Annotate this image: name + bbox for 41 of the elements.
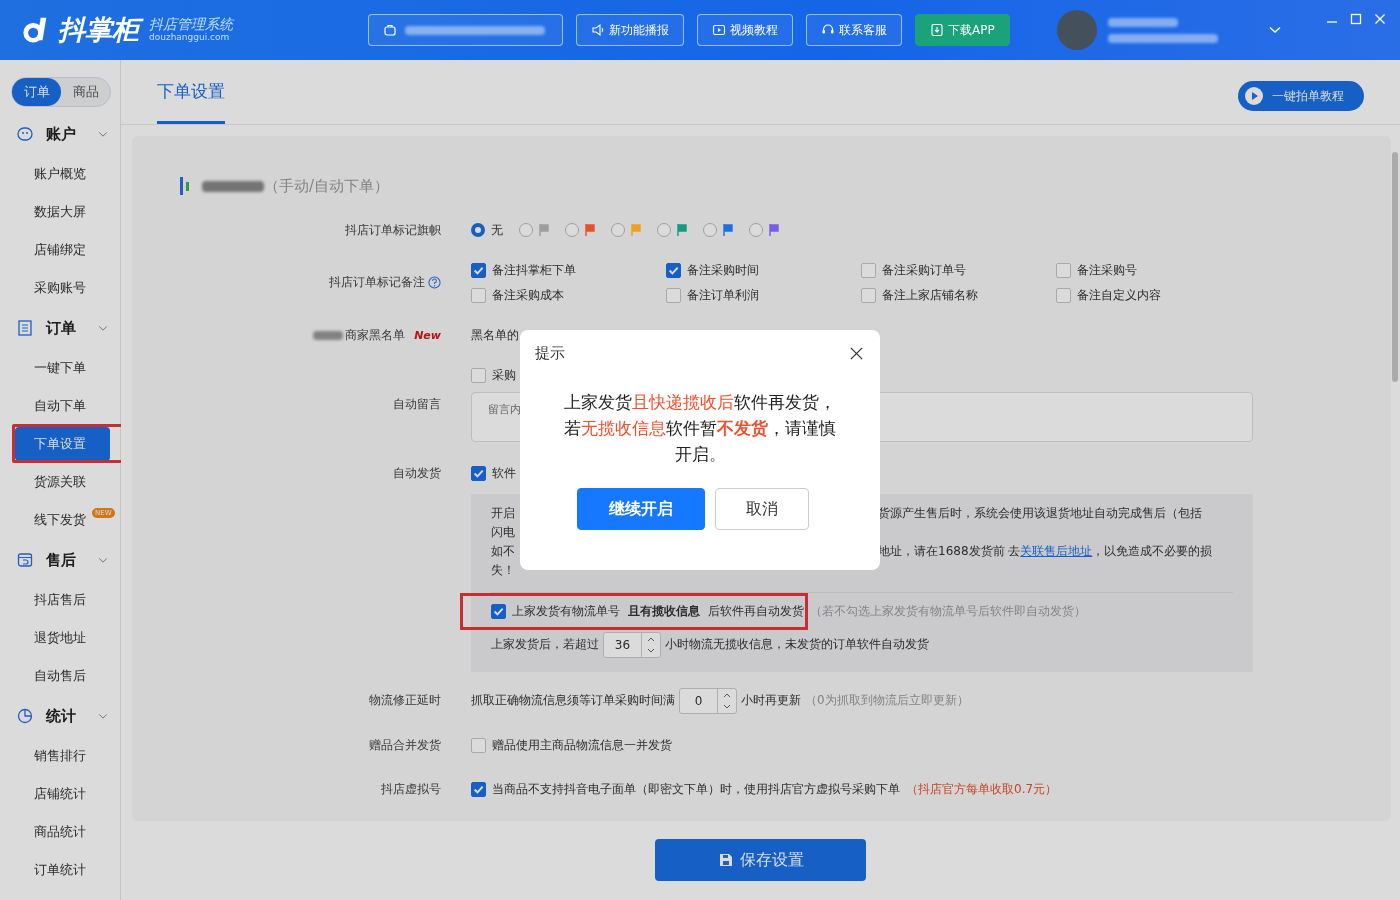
- checkbox-label: 当商品不支持抖音电子面单（即密文下单）时，使用抖店官方虚拟号采购下单: [492, 780, 900, 798]
- new-label: New: [414, 328, 441, 342]
- logo-domain: douzhanggui.com: [149, 32, 231, 43]
- description-text: 黑名单的: [471, 326, 519, 344]
- section-title: （手动/自动下单）: [264, 176, 390, 196]
- field-label: 物流修正延时: [368, 692, 442, 710]
- field-label: 抖店订单标记备注: [329, 274, 425, 292]
- field-label: 商家黑名单: [345, 326, 406, 344]
- checkbox-label: 备注自定义内容: [1077, 286, 1161, 304]
- logo-text: 抖掌柜: [56, 12, 143, 48]
- checkbox-label: 备注采购号: [1077, 261, 1137, 279]
- checkbox-label: 备注抖掌柜下单: [492, 261, 576, 279]
- checkbox-label: 软件: [492, 464, 516, 482]
- notice-text: 如不: [491, 542, 515, 560]
- field-label: 自动发货: [392, 464, 442, 482]
- notice-text: 闪电: [491, 523, 515, 541]
- checkbox-label: 备注上家店铺名称: [882, 286, 978, 304]
- notice-text: 开启: [491, 504, 515, 522]
- dialog-message: 上家发货且快递揽收后软件再发货，若无揽收信息软件暂不发货，请谨慎开启。: [563, 391, 837, 466]
- checkbox-label: 采购: [492, 366, 516, 384]
- notice-text: ，以免造成不必要的损: [1092, 543, 1213, 558]
- field-label: 上家发货后，若超过: [491, 636, 599, 654]
- description-text: 抓取正确物流信息须等订单采购时间满: [471, 692, 675, 710]
- field-label: 小时物流无揽收信息，未发货的订单软件自动发货: [665, 636, 929, 654]
- field-label: 自动留言: [392, 395, 442, 413]
- checkbox-label: 备注订单利润: [687, 286, 759, 304]
- field-label: 赠品合并发货: [368, 736, 442, 754]
- logo-subtitle: 抖店管理系统: [149, 17, 233, 33]
- checkbox-label: 备注采购时间: [687, 261, 759, 279]
- field-label: 抖店订单标记旗帜: [344, 221, 442, 239]
- checkbox-label: 备注采购订单号: [882, 261, 966, 279]
- notice-text: 失！: [491, 561, 515, 579]
- description-text: 小时再更新: [741, 692, 801, 710]
- field-label: 抖店虚拟号: [380, 780, 442, 798]
- fee-note: （抖店官方每单收取0.7元）: [906, 780, 1058, 798]
- hint-text: （0为抓取到物流后立即更新）: [805, 692, 969, 710]
- checkbox-label: 赠品使用主商品物流信息一并发货: [492, 736, 672, 754]
- checkbox-label: 上家发货有物流单号 且有揽收信息 后软件再自动发货: [512, 602, 804, 620]
- radio-label: 无: [491, 221, 503, 239]
- dialog-title: 提示: [535, 344, 565, 363]
- checkbox-label: 备注采购成本: [492, 286, 564, 304]
